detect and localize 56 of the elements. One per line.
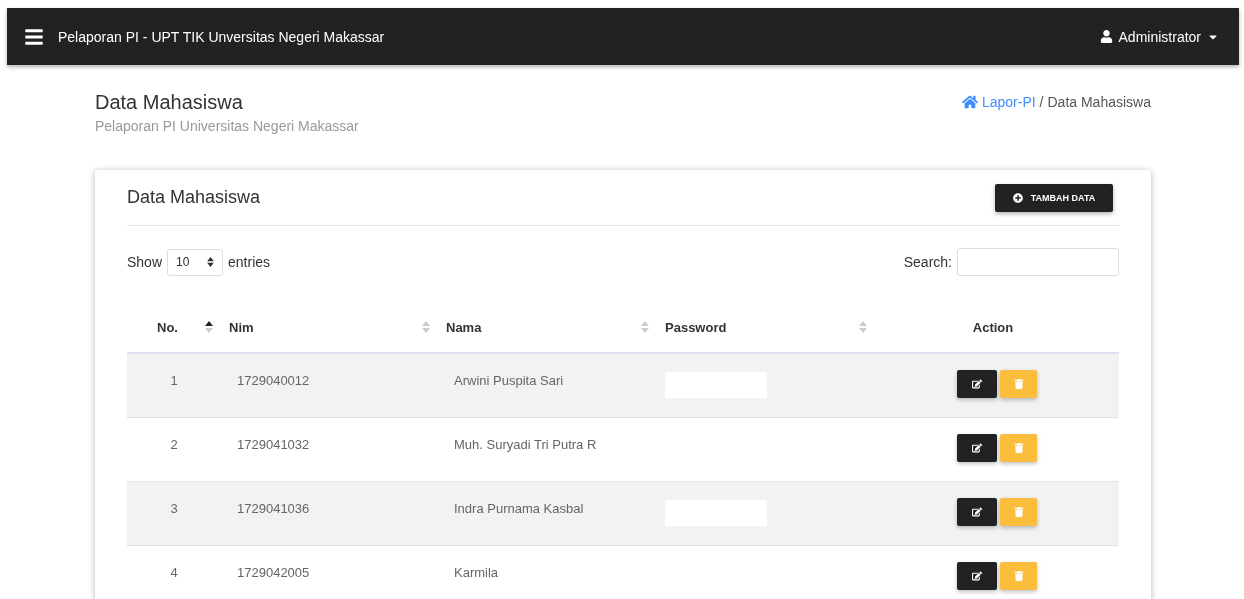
sort-icon[interactable] [641, 321, 649, 333]
table-cell-text: 1729041032 [236, 436, 311, 452]
show-label: Show [127, 254, 163, 270]
entries-label: entries [228, 254, 271, 270]
sorted-ascending-icon[interactable] [205, 321, 213, 333]
table-cell-text: Arwini Puspita Sari [453, 372, 565, 388]
table-cell-text: Indra Purnama Kasbal [453, 500, 585, 516]
column-header-cell[interactable]: Password [657, 319, 875, 335]
table-cell-text: 2 [169, 436, 179, 452]
edit-button[interactable] [957, 498, 997, 526]
card-title: Data Mahasiswa [127, 187, 261, 208]
edit-icon [972, 571, 982, 581]
add-data-button[interactable]: TAMBAH DATA [995, 183, 1113, 212]
sort-icon[interactable] [422, 321, 430, 333]
trash-icon [1013, 507, 1024, 517]
column-header-cell[interactable]: No. [127, 319, 221, 335]
column-header-cell[interactable]: Action [875, 319, 1119, 335]
plus-icon [1012, 192, 1023, 203]
table-cell-text: 1729042005 [236, 564, 311, 580]
table-cell-text: 1 [169, 372, 179, 388]
sort-icon[interactable] [859, 321, 867, 333]
table-cell-text: Karmila [453, 564, 500, 580]
table-cell-text: 1729040012 [236, 372, 311, 388]
user-menu[interactable]: Administrator [1099, 28, 1219, 45]
column-header-cell[interactable]: Nim [221, 319, 438, 335]
edit-button[interactable] [957, 434, 997, 462]
edit-icon [972, 379, 982, 389]
page-title: Data Mahasiswa [95, 91, 244, 114]
table-cell-text: Muh. Suryadi Tri Putra R [453, 436, 598, 452]
table-cell-text: 3 [169, 500, 179, 516]
app-title: Pelaporan PI - UPT TIK Unversitas Negeri Makassar [58, 28, 386, 45]
table-cell-text: 1729041036 [236, 500, 311, 516]
user-icon [1099, 30, 1113, 43]
select-arrows-icon [207, 257, 215, 267]
column-header-label: Password [665, 319, 727, 335]
edit-button[interactable] [957, 562, 997, 590]
column-header-label: Action [972, 319, 1014, 335]
edit-icon [972, 443, 982, 453]
breadcrumb-separator: / [1039, 94, 1044, 110]
column-header-cell[interactable]: Nama [438, 319, 657, 335]
trash-icon [1013, 443, 1024, 453]
edit-icon [972, 507, 982, 517]
search-field[interactable] [957, 248, 1119, 276]
column-header-label: Nim [229, 319, 254, 335]
edit-button[interactable] [957, 370, 997, 398]
column-header-label: Nama [446, 319, 482, 335]
menu-icon[interactable] [24, 26, 44, 47]
trash-icon [1013, 571, 1024, 581]
column-header-label: No. [157, 319, 178, 335]
trash-icon [1013, 379, 1024, 389]
entries-select[interactable]: 10 [167, 248, 224, 276]
breadcrumb-current: Data Mahasiswa [1047, 94, 1151, 110]
home-icon [961, 94, 978, 110]
search-label: Search: [903, 254, 952, 270]
page-subtitle: Pelaporan PI Universitas Negeri Makassar [95, 118, 359, 134]
table-cell-text: 4 [169, 564, 179, 580]
